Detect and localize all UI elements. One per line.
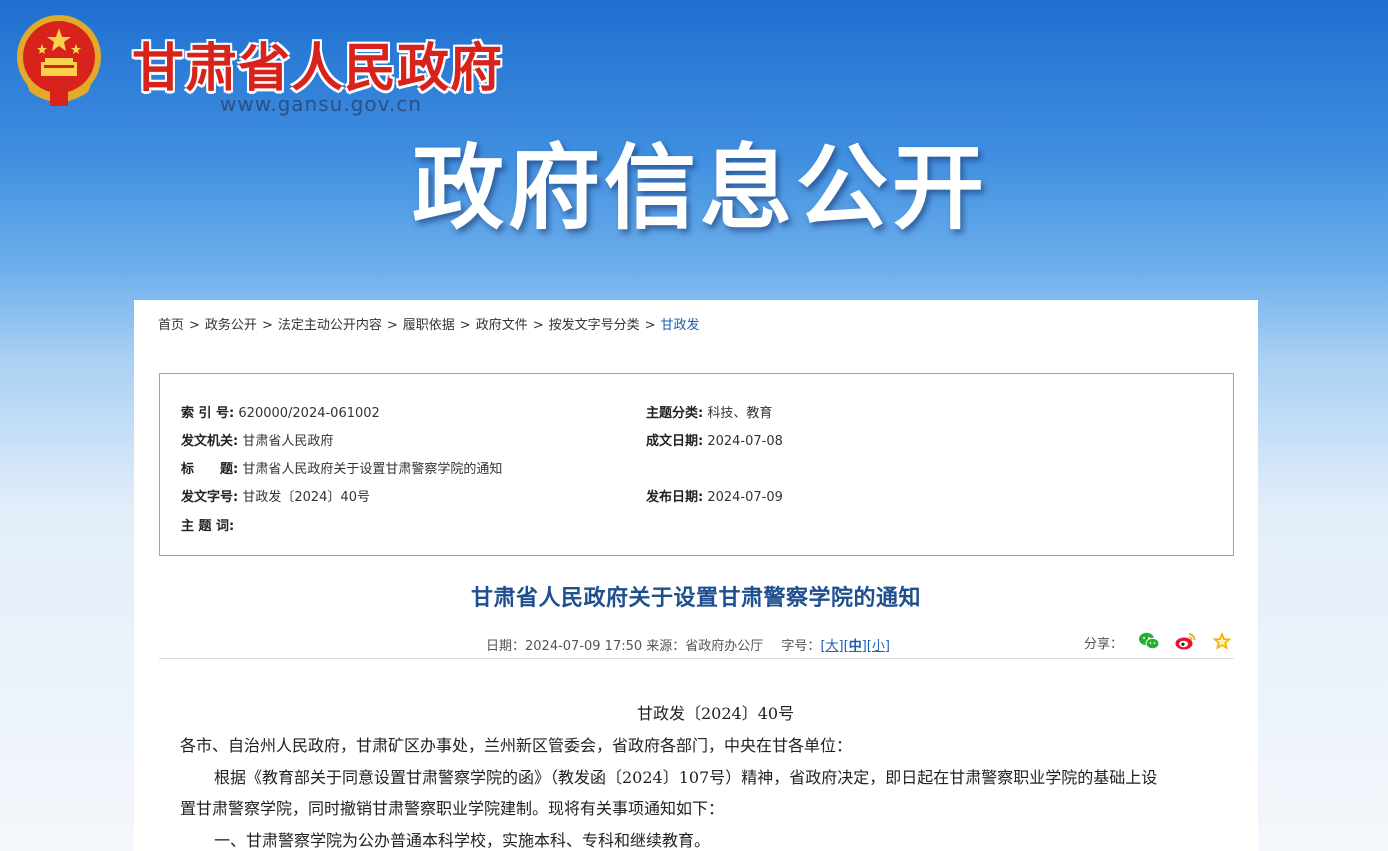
meta-published-label: 发布日期: bbox=[646, 490, 704, 505]
meta-docno: 发文字号: 甘政发〔2024〕40号 bbox=[181, 486, 370, 505]
font-size-medium-button[interactable]: 中 bbox=[849, 639, 862, 654]
meta-created-label: 成文日期: bbox=[646, 434, 704, 449]
article-item-1: 一、甘肃警察学院为公办普通本科学校，实施本科、专科和继续教育。 bbox=[214, 831, 711, 850]
font-size-large-button[interactable]: 大 bbox=[826, 639, 839, 654]
meta-issuer-value: 甘肃省人民政府 bbox=[242, 434, 334, 449]
site-url[interactable]: www.gansu.gov.cn bbox=[220, 92, 422, 116]
national-emblem-icon bbox=[17, 15, 101, 106]
meta-index-value: 620000/2024-061002 bbox=[238, 406, 380, 421]
breadcrumb-statutory[interactable]: 法定主动公开内容 bbox=[278, 318, 382, 333]
article-salutation: 各市、自治州人民政府，甘肃矿区办事处，兰州新区管委会，省政府各部门，中央在甘各单… bbox=[180, 736, 853, 755]
article-paragraph-1-line-2: 置甘肃警察学院，同时撤销甘肃警察职业学院建制。现将有关事项通知如下： bbox=[180, 799, 725, 818]
share-label: 分享： bbox=[1084, 637, 1124, 652]
article-doc-number: 甘政发〔2024〕40号 bbox=[637, 704, 795, 723]
font-size-label: 字号： bbox=[781, 639, 821, 654]
header-banner: 甘肃省人民政府 www.gansu.gov.cn 政府信息公开 bbox=[0, 0, 1388, 300]
breadcrumb-separator: > bbox=[189, 318, 200, 333]
article-date-source: 日期：2024-07-09 17:50 来源：省政府办公厅 bbox=[486, 639, 764, 654]
breadcrumb: 首页 > 政务公开 > 法定主动公开内容 > 履职依据 > 政府文件 > 按发文字号分类 > 甘政发 bbox=[158, 314, 700, 333]
breadcrumb-by-docno[interactable]: 按发文字号分类 bbox=[549, 318, 640, 333]
meta-published-value: 2024-07-09 bbox=[707, 490, 783, 505]
breadcrumb-separator: > bbox=[644, 318, 656, 333]
meta-index: 索 引 号: 620000/2024-061002 bbox=[181, 402, 380, 421]
breadcrumb-separator: > bbox=[459, 318, 471, 333]
meta-issuer: 发文机关: 甘肃省人民政府 bbox=[181, 430, 333, 449]
article-info-line: 日期：2024-07-09 17:50 来源：省政府办公厅 字号：[大][中][… bbox=[486, 639, 890, 654]
meta-index-label: 索 引 号: bbox=[181, 406, 235, 421]
meta-docno-value: 甘政发〔2024〕40号 bbox=[242, 490, 370, 505]
content-panel: 首页 > 政务公开 > 法定主动公开内容 > 履职依据 > 政府文件 > 按发文字号分类 > 甘政发 索… bbox=[134, 300, 1258, 851]
document-metadata-box: 索 引 号: 620000/2024-061002 主题分类: 科技、教育 发文… bbox=[159, 373, 1234, 556]
meta-keywords-label: 主 题 词: bbox=[181, 519, 235, 534]
meta-title-label: 标 题: bbox=[181, 462, 239, 477]
article-divider bbox=[159, 658, 1234, 659]
meta-topic: 主题分类: 科技、教育 bbox=[646, 402, 772, 421]
breadcrumb-separator: > bbox=[532, 318, 544, 333]
star-icon[interactable] bbox=[1211, 631, 1233, 651]
meta-issuer-label: 发文机关: bbox=[181, 434, 239, 449]
breadcrumb-home[interactable]: 首页 bbox=[158, 318, 184, 333]
banner-title: 政府信息公开 bbox=[412, 135, 989, 242]
meta-title-value: 甘肃省人民政府关于设置甘肃警察学院的通知 bbox=[242, 462, 503, 477]
breadcrumb-current[interactable]: 甘政发 bbox=[661, 318, 700, 333]
meta-created-value: 2024-07-08 bbox=[707, 434, 783, 449]
weibo-icon[interactable] bbox=[1174, 631, 1196, 651]
font-size-small-button[interactable]: 小 bbox=[872, 639, 885, 654]
breadcrumb-separator: > bbox=[386, 318, 398, 333]
meta-title: 标 题: 甘肃省人民政府关于设置甘肃警察学院的通知 bbox=[181, 458, 502, 477]
meta-keywords: 主 题 词: bbox=[181, 515, 234, 534]
meta-topic-label: 主题分类: bbox=[646, 406, 704, 421]
meta-docno-label: 发文字号: bbox=[181, 490, 239, 505]
meta-created: 成文日期: 2024-07-08 bbox=[646, 430, 783, 449]
article-title: 甘肃省人民政府关于设置甘肃警察学院的通知 bbox=[470, 586, 921, 611]
breadcrumb-gov-docs[interactable]: 政府文件 bbox=[476, 318, 528, 333]
meta-topic-value: 科技、教育 bbox=[707, 406, 773, 421]
meta-published: 发布日期: 2024-07-09 bbox=[646, 486, 783, 505]
article-paragraph-1-line-1: 根据《教育部关于同意设置甘肃警察学院的函》（教发函〔2024〕107号）精神，省… bbox=[214, 768, 1158, 787]
breadcrumb-gov-affairs[interactable]: 政务公开 bbox=[205, 318, 257, 333]
wechat-icon[interactable] bbox=[1138, 631, 1160, 651]
site-name[interactable]: 甘肃省人民政府 bbox=[132, 26, 503, 101]
breadcrumb-duty-basis[interactable]: 履职依据 bbox=[403, 318, 455, 333]
breadcrumb-separator: > bbox=[261, 318, 273, 333]
